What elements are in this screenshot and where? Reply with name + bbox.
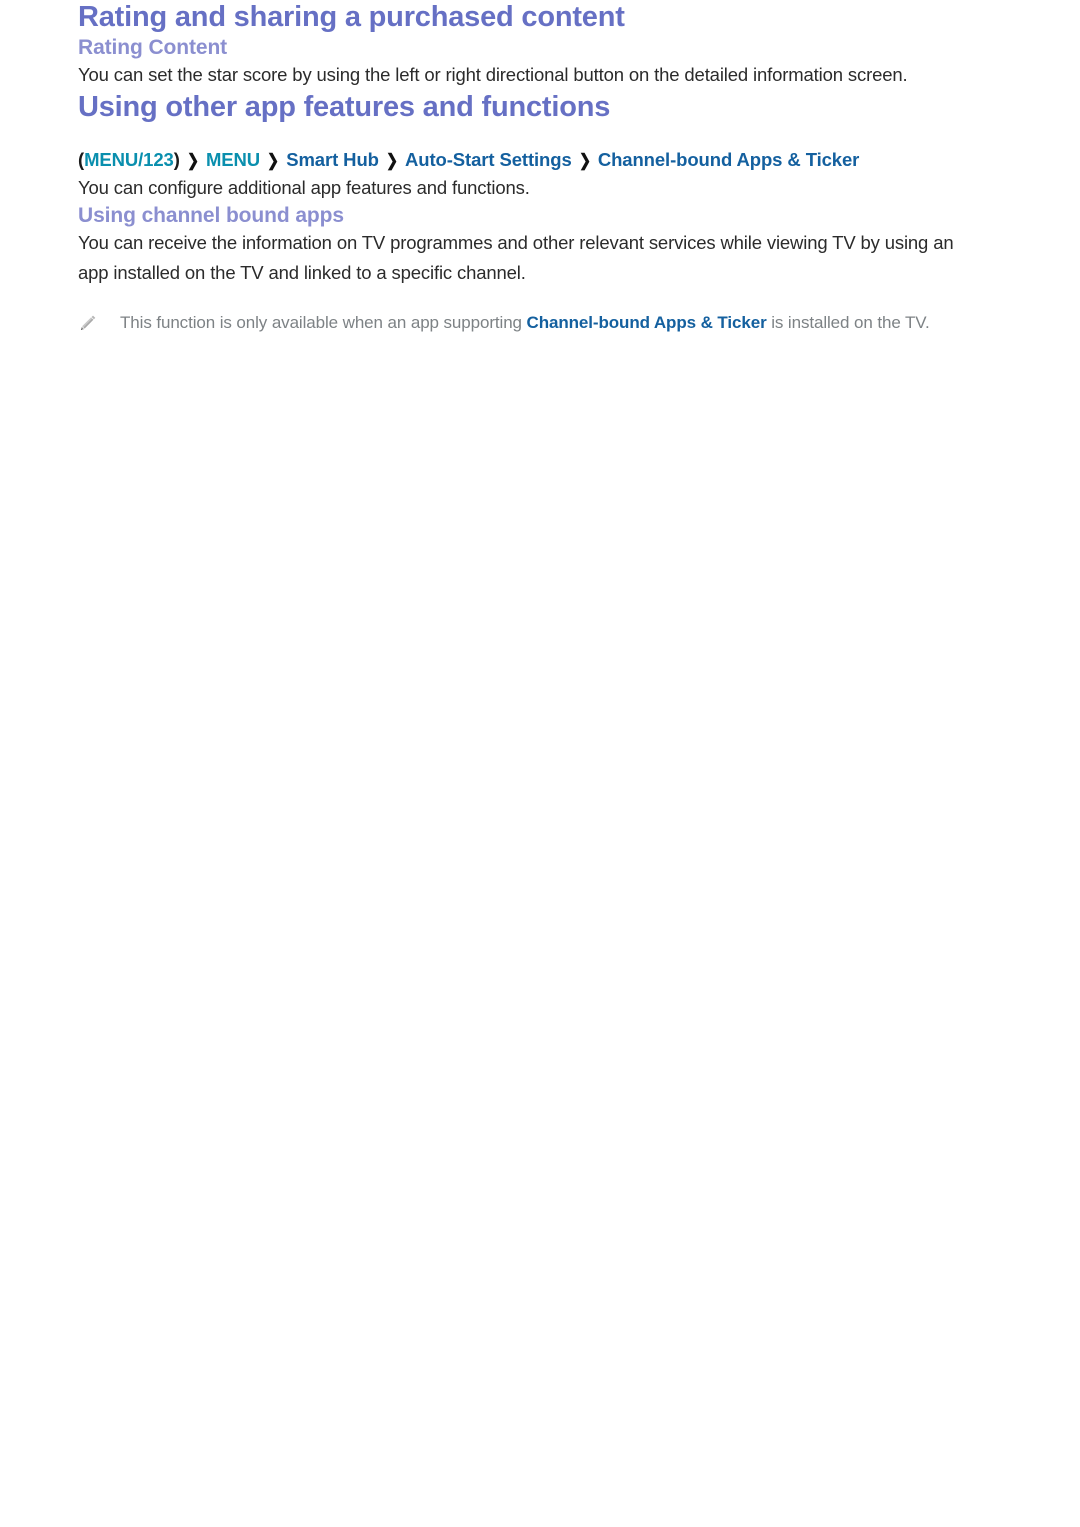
pencil-icon [78, 310, 120, 333]
chevron-right-icon: ❯ [267, 150, 280, 170]
rating-content-subtitle: Rating Content [78, 35, 228, 59]
menu-path-breadcrumb: (MENU/123) ❯ MENU ❯ Smart Hub ❯ Auto-Start Set… [78, 147, 958, 173]
menu-path-item-channel-bound-apps-ticker[interactable]: Channel-bound Apps & Ticker [598, 149, 860, 170]
document-page: Rating and sharing a purchased content R… [0, 0, 1080, 1527]
note-row: This function is only available when an … [78, 310, 958, 336]
menu-path-close-paren: ) [173, 148, 180, 170]
menu-path-item-auto-start-settings[interactable]: Auto-Start Settings [405, 149, 572, 170]
note-text-after: is installed on the TV. [766, 312, 930, 332]
rating-content-paragraph: You can set the star score by using the … [78, 63, 908, 85]
page-content: Rating and sharing a purchased content R… [78, 0, 958, 336]
menu-path-item-menu[interactable]: MENU [206, 149, 260, 170]
app-features-paragraph: You can configure additional app feature… [78, 176, 530, 198]
note-text-before: This function is only available when an … [120, 312, 527, 332]
chevron-right-icon: ❯ [186, 150, 199, 170]
menu-path-item-menu123[interactable]: MENU/123 [84, 149, 174, 170]
chevron-right-icon: ❯ [578, 150, 591, 170]
note-text: This function is only available when an … [120, 310, 958, 336]
chevron-right-icon: ❯ [385, 150, 398, 170]
menu-path-item-smart-hub[interactable]: Smart Hub [286, 149, 379, 170]
channel-bound-apps-subtitle: Using channel bound apps [78, 203, 344, 227]
page-title: Rating and sharing a purchased content [78, 1, 625, 33]
app-features-section-title: Using other app features and functions [78, 90, 611, 123]
channel-bound-apps-paragraph: You can receive the information on TV pr… [78, 231, 954, 283]
note-highlight-channel-bound-apps-ticker[interactable]: Channel-bound Apps & Ticker [527, 313, 767, 332]
